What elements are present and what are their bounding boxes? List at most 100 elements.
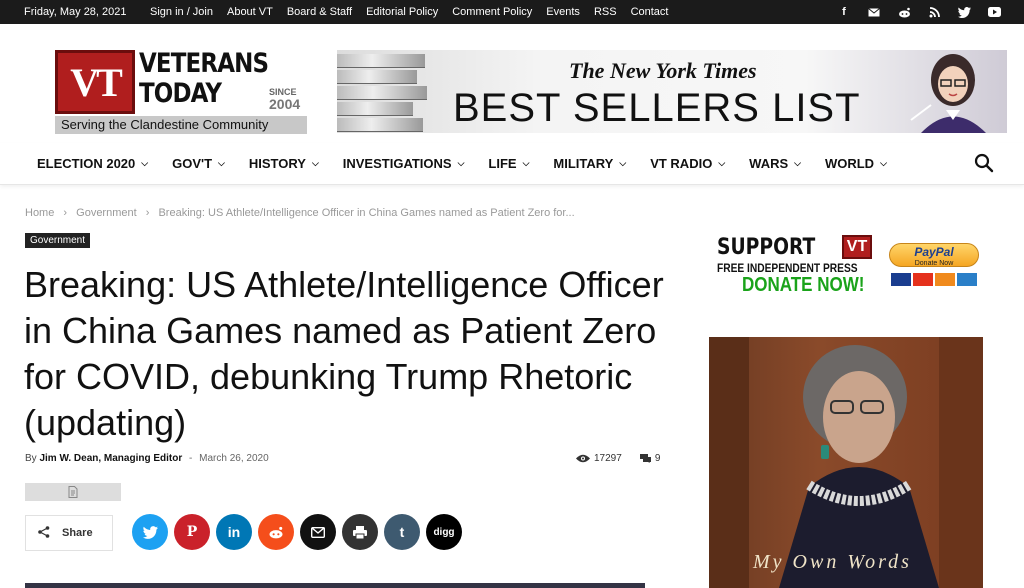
mastercard-icon — [913, 273, 933, 286]
top-link-comment-policy[interactable]: Comment Policy — [452, 6, 532, 18]
nav-label: WORLD — [824, 156, 875, 171]
current-date: Friday, May 28, 2021 — [24, 6, 127, 18]
digg-icon: digg — [433, 526, 455, 538]
top-link-about[interactable]: About VT — [227, 6, 273, 18]
share-label-box: Share — [25, 515, 113, 551]
tumblr-icon: t — [399, 524, 405, 540]
social-icons: f — [836, 4, 1002, 20]
donate-ad[interactable]: SUPPORT VT FREE INDEPENDENT PRESS DONATE… — [708, 233, 984, 297]
logo-since: SINCE 2004 — [269, 88, 301, 112]
top-link-contact[interactable]: Contact — [631, 6, 669, 18]
logo-badge: VT — [55, 50, 135, 114]
nav-item-history[interactable]: HISTORY ⌵ — [249, 156, 319, 171]
logo-line-2: TODAY — [139, 78, 222, 109]
reddit-icon[interactable] — [896, 4, 912, 20]
category-tag[interactable]: Government — [25, 233, 91, 248]
top-link-board[interactable]: Board & Staff — [287, 6, 352, 18]
breadcrumb-separator: › — [145, 207, 150, 219]
comments-count[interactable]: 9 — [639, 453, 660, 464]
article-date: March 26, 2020 — [199, 453, 269, 464]
comment-icon — [639, 454, 651, 463]
nav-label: GOV'T — [172, 156, 213, 171]
share-tumblr-button[interactable]: t — [384, 514, 420, 550]
youtube-icon[interactable] — [986, 4, 1002, 20]
views-count: 17297 — [576, 453, 622, 464]
email-icon[interactable] — [866, 4, 882, 20]
chevron-down-icon: ⌵ — [311, 158, 319, 168]
book-ad[interactable]: My Own Words — [709, 337, 983, 588]
visa-icon — [891, 273, 911, 286]
nav-item-wars[interactable]: WARS ⌵ — [749, 156, 801, 171]
views-value: 17297 — [594, 453, 622, 464]
top-link-sign-in[interactable]: Sign in / Join — [150, 6, 213, 18]
nav-label: VT RADIO — [650, 156, 713, 171]
top-link-editorial[interactable]: Editorial Policy — [366, 6, 438, 18]
eye-icon — [576, 454, 590, 463]
chevron-down-icon: ⌵ — [880, 158, 887, 168]
by-label: By — [25, 453, 37, 464]
nav-item-election-2020[interactable]: ELECTION 2020 ⌵ — [37, 156, 148, 171]
share-twitter-button[interactable] — [132, 514, 168, 550]
banner-ad[interactable]: The New York Times BEST SELLERS LIST — [337, 50, 1007, 133]
nav-item-military[interactable]: MILITARY ⌵ — [553, 156, 626, 171]
share-linkedin-button[interactable]: in — [216, 514, 252, 550]
site-logo[interactable]: VT VETERANS TODAY SINCE 2004 Serving the… — [55, 48, 307, 134]
reddit-icon — [269, 526, 283, 538]
logo-tagline: Serving the Clandestine Community — [55, 116, 307, 134]
breadcrumb: Home › Government › Breaking: US Athlete… — [25, 207, 581, 219]
book-title: My Own Words — [753, 551, 912, 573]
article-stats: 17297 9 — [576, 453, 660, 464]
pinterest-icon: P — [186, 524, 198, 540]
top-link-rss[interactable]: RSS — [594, 6, 617, 18]
document-icon — [68, 486, 78, 498]
chevron-down-icon: ⌵ — [619, 158, 627, 168]
share-buttons: P in t digg — [132, 514, 462, 550]
search-icon[interactable] — [974, 153, 994, 173]
author-link[interactable]: Jim W. Dean, Managing Editor — [39, 453, 182, 464]
date-separator: - — [189, 453, 193, 464]
twitter-icon — [142, 525, 158, 539]
discover-icon — [935, 273, 955, 286]
nav-item-govt[interactable]: GOV'T ⌵ — [172, 156, 225, 171]
logo-since-year: 2004 — [269, 96, 301, 112]
books-illustration — [337, 50, 432, 133]
article-title: Breaking: US Athlete/Intelligence Office… — [24, 264, 664, 443]
nav-item-world[interactable]: WORLD ⌵ — [825, 156, 887, 171]
share-email-button[interactable] — [300, 514, 336, 550]
donate-support-text: SUPPORT — [717, 235, 816, 260]
chevron-down-icon: ⌵ — [218, 158, 225, 168]
twitter-icon[interactable] — [956, 4, 972, 20]
nav-label: MILITARY — [553, 156, 614, 171]
nav-item-vt-radio[interactable]: VT RADIO ⌵ — [650, 156, 725, 171]
paypal-logo: PayPal — [914, 245, 954, 259]
paypal-donate-button[interactable]: PayPal Donate Now — [889, 243, 979, 267]
nav-item-life[interactable]: LIFE ⌵ — [488, 156, 529, 171]
banner-publication: The New York Times — [569, 58, 757, 83]
breadcrumb-category[interactable]: Government — [76, 207, 137, 219]
donate-press-text: FREE INDEPENDENT PRESS — [717, 261, 858, 275]
chevron-down-icon: ⌵ — [794, 158, 801, 168]
nav-item-investigations[interactable]: INVESTIGATIONS ⌵ — [343, 156, 465, 171]
teacher-illustration — [910, 54, 986, 133]
donate-now-text: DONATE NOW! — [742, 274, 865, 296]
logo-line-1: VETERANS — [139, 48, 269, 79]
share-print-button[interactable] — [342, 514, 378, 550]
facebook-icon[interactable]: f — [836, 4, 852, 20]
top-bar: Friday, May 28, 2021 Sign in / Join Abou… — [0, 0, 1024, 24]
amex-icon — [957, 273, 977, 286]
share-pinterest-button[interactable]: P — [174, 514, 210, 550]
print-friendly-button[interactable] — [25, 483, 121, 501]
rss-icon[interactable] — [926, 4, 942, 20]
nav-label: WARS — [749, 156, 789, 171]
share-reddit-button[interactable] — [258, 514, 294, 550]
share-label: Share — [62, 527, 93, 539]
chevron-down-icon: ⌵ — [141, 158, 149, 168]
linkedin-icon: in — [227, 524, 241, 540]
credit-cards — [891, 273, 977, 286]
share-digg-button[interactable]: digg — [426, 514, 462, 550]
article-meta: By Jim W. Dean, Managing Editor - March … — [25, 453, 269, 464]
top-link-events[interactable]: Events — [546, 6, 580, 18]
chevron-down-icon: ⌵ — [457, 158, 465, 168]
breadcrumb-home[interactable]: Home — [25, 207, 54, 219]
chevron-down-icon: ⌵ — [522, 158, 530, 168]
